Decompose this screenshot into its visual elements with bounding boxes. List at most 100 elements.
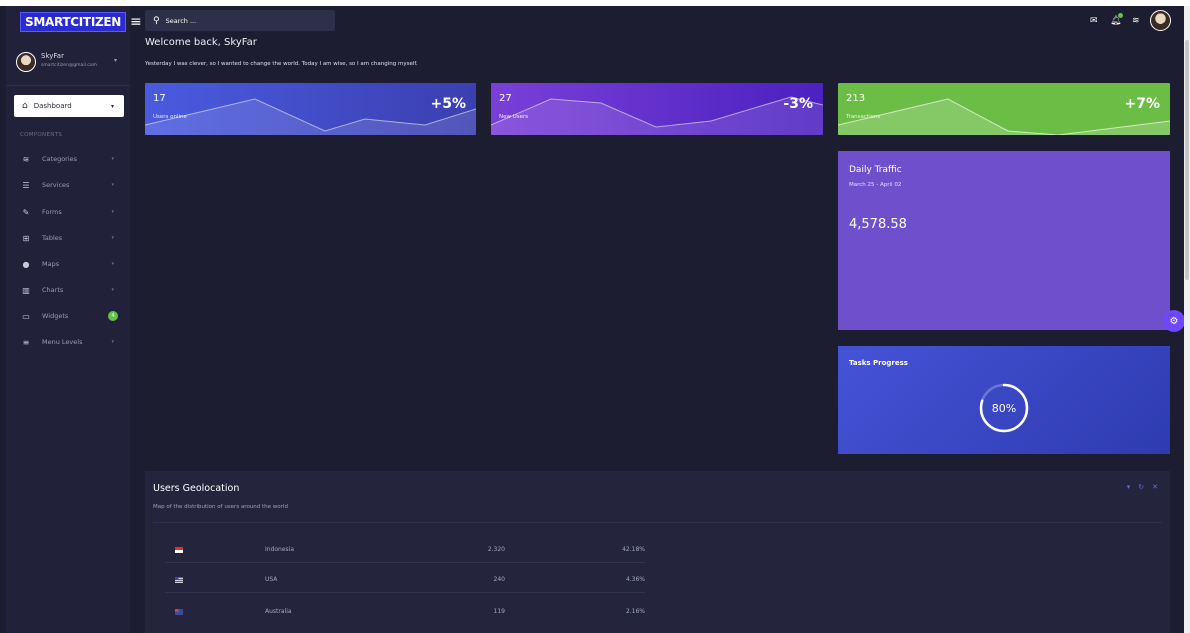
sidebar-item-label: Tables [42, 234, 63, 242]
sidebar-item-forms[interactable]: ✎ Forms ▾ [20, 205, 124, 219]
tasks-progress-card: Tasks Progress 80% [838, 346, 1170, 454]
mail-icon[interactable]: ✉ [1090, 16, 1098, 26]
stat-value: 17 [153, 93, 166, 104]
country-name: Australia [265, 608, 292, 615]
search-icon[interactable]: ⚲ [153, 16, 160, 26]
sidebar-item-label: Menu Levels [42, 338, 83, 346]
table-row: Indonesia 2.320 42.18% [165, 537, 645, 563]
collapse-icon[interactable]: ▾ [1127, 483, 1131, 491]
user-percent: 4.36% [625, 576, 645, 583]
card-title: Users Geolocation [153, 483, 240, 494]
stat-value: 27 [499, 93, 512, 104]
database-icon: ≋ [22, 154, 30, 164]
stat-card-users-online: 17 Users online +5% [145, 83, 476, 135]
table-row: USA 240 4.36% [165, 567, 645, 593]
sidebar-item-label: Charts [42, 286, 64, 294]
list-icon: ☰ [22, 180, 30, 190]
chevron-down-icon: ▾ [110, 102, 114, 110]
stat-change: -3% [783, 96, 813, 112]
search-bar[interactable]: ⚲ [145, 10, 335, 31]
stat-card-transactions: 213 Transactions +7% [838, 83, 1170, 135]
sidebar-item-label: Categories [42, 155, 78, 163]
stat-change: +5% [430, 96, 467, 112]
daily-traffic-card: Daily Traffic March 25 - April 02 4,578.… [838, 151, 1170, 330]
chevron-down-icon: ▾ [111, 261, 114, 267]
card-tools: ▾ ↻ ✕ [1127, 483, 1158, 491]
user-percent: 2.16% [625, 608, 645, 615]
sidebar-item-widgets[interactable]: ▭ Widgets 4 [20, 309, 124, 323]
australia-flag-icon [175, 609, 183, 615]
avatar[interactable] [1150, 10, 1171, 31]
top-icons: ✉ 🔔︎ ≋ [1088, 10, 1180, 32]
progress-label: 80% [991, 401, 1017, 415]
home-icon: ⌂ [22, 101, 28, 111]
user-count: 2.320 [487, 546, 505, 553]
sidebar-item-charts[interactable]: ▥ Charts ▾ [20, 283, 124, 297]
desktop-icon: ▭ [22, 311, 30, 321]
sidebar-item-label: Maps [42, 260, 60, 268]
sidebar-item-label: Services [42, 181, 70, 189]
refresh-icon[interactable]: ↻ [1138, 483, 1144, 491]
usa-flag-icon [175, 577, 183, 583]
table-icon: ⊞ [22, 233, 30, 243]
layers-icon[interactable]: ≋ [1132, 16, 1140, 26]
avatar[interactable] [16, 52, 36, 72]
edit-icon: ✎ [22, 207, 30, 217]
sidebar: SMARTCITIZEN ≡ SkyFar smartcitizen@gmail… [6, 6, 142, 633]
user-percent: 42.18% [622, 546, 645, 553]
stat-label: Transactions [846, 114, 881, 120]
sparkline [838, 98, 1170, 135]
users-geolocation-card: Users Geolocation Map of the distributio… [145, 471, 1170, 633]
country-name: Indonesia [265, 546, 295, 553]
date-range: March 25 - April 02 [849, 182, 902, 188]
chevron-down-icon: ▾ [111, 235, 114, 241]
user-count: 240 [493, 576, 505, 583]
notification-dot [1118, 13, 1123, 18]
country-name: USA [265, 576, 278, 583]
stat-change: +7% [1124, 96, 1161, 112]
close-icon[interactable]: ✕ [1152, 483, 1158, 491]
stat-label: Users online [153, 114, 187, 120]
card-subtitle: Map of the distribution of users around … [153, 504, 288, 510]
user-card[interactable]: SkyFar smartcitizen@gmail.com ▾ [6, 46, 130, 86]
sidebar-item-label: Widgets [42, 312, 69, 320]
sidebar-item-services[interactable]: ☰ Services ▾ [20, 178, 124, 192]
welcome-quote: Yesterday I was clever, so I wanted to c… [145, 61, 418, 67]
sidebar-item-label: Dashboard [33, 102, 72, 110]
sidebar-item-maps[interactable]: ● Maps ▾ [20, 257, 124, 271]
brand[interactable]: SMARTCITIZEN ≡ [20, 10, 142, 34]
chevron-down-icon[interactable]: ▾ [114, 57, 117, 64]
row-separator [165, 592, 645, 593]
user-count: 119 [493, 608, 505, 615]
section-title: COMPONENTS [20, 132, 63, 138]
brand-logo[interactable]: SMARTCITIZEN [20, 12, 127, 32]
page-title: Welcome back, SkyFar [145, 37, 257, 48]
card-title: Tasks Progress [849, 359, 908, 367]
sidebar-item-tables[interactable]: ⊞ Tables ▾ [20, 231, 124, 245]
divider [153, 522, 1162, 523]
sparkline [491, 96, 823, 135]
user-email: smartcitizen@gmail.com [41, 63, 97, 68]
traffic-value: 4,578.58 [849, 217, 907, 232]
chevron-down-icon: ▾ [111, 287, 114, 293]
stat-label: New Users [499, 114, 529, 120]
sidebar-item-dashboard[interactable]: ⌂ Dashboard ▾ [14, 95, 124, 117]
search-input[interactable] [165, 16, 316, 25]
user-name: SkyFar [41, 52, 64, 60]
scrollbar-thumb[interactable] [1185, 40, 1189, 280]
sidebar-item-label: Forms [42, 208, 62, 216]
status-badge: 4 [108, 311, 118, 321]
stat-card-new-users: 27 New Users -3% [491, 83, 823, 135]
settings-icon[interactable]: ⚙ [1163, 310, 1185, 332]
hamburger-icon[interactable]: ≡ [130, 14, 142, 30]
sidebar-item-menu-levels[interactable]: ≡ Menu Levels ▾ [20, 335, 124, 349]
chevron-down-icon: ▾ [111, 209, 114, 215]
chart-icon: ▥ [22, 285, 30, 295]
stat-value: 213 [846, 93, 866, 104]
table-row: Australia 119 2.16% [165, 599, 645, 625]
chevron-down-icon: ▾ [111, 156, 114, 162]
map-pin-icon: ● [22, 259, 30, 269]
chevron-down-icon: ▾ [111, 339, 114, 345]
sidebar-item-categories[interactable]: ≋ Categories ▾ [20, 152, 124, 166]
sparkline [145, 98, 476, 135]
